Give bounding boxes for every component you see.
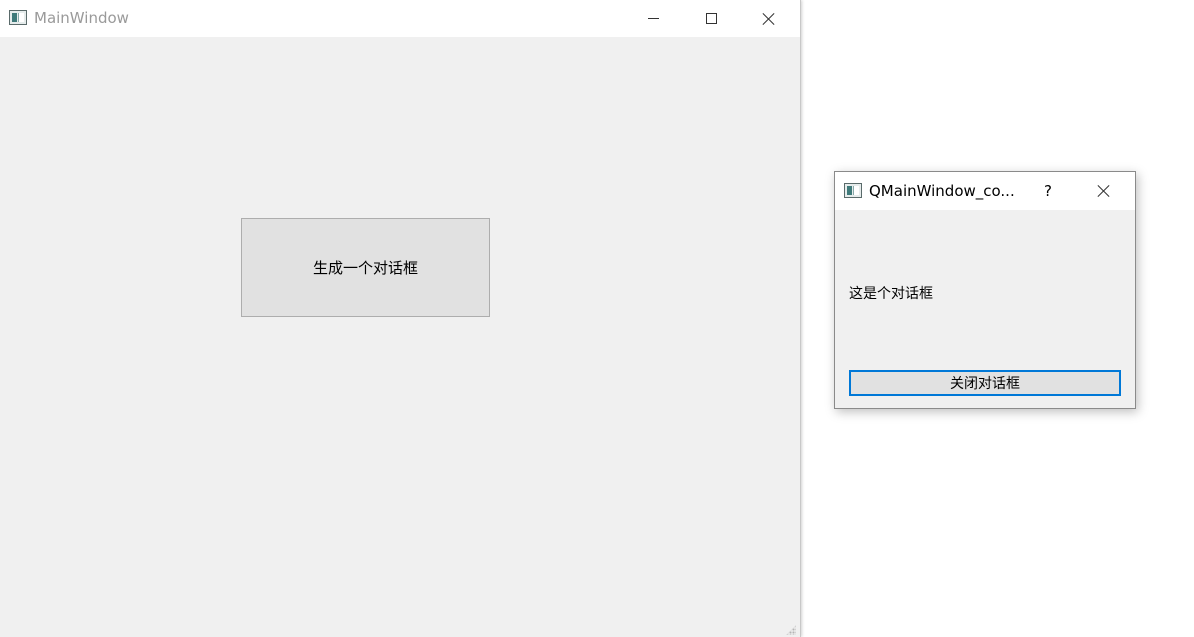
dialog-close-button[interactable] (1075, 172, 1133, 210)
help-icon: ? (1044, 182, 1052, 200)
dialog-message: 这是个对话框 (849, 286, 933, 302)
dialog-window: QMainWindow_co... ? 这是个对话框 关闭对话框 (834, 171, 1136, 409)
maximize-button[interactable] (682, 0, 740, 37)
close-icon (762, 12, 776, 26)
minimize-icon (647, 18, 659, 19)
dialog-app-icon (844, 183, 862, 198)
dialog-title: QMainWindow_co... (869, 182, 1015, 200)
maximize-icon (705, 13, 717, 24)
app-window-icon (9, 10, 27, 25)
close-button[interactable] (740, 0, 798, 37)
dialog-titlebar[interactable]: QMainWindow_co... ? (835, 172, 1135, 210)
main-titlebar[interactable]: MainWindow (0, 0, 800, 37)
main-window: MainWindow 生成一个对话框 (0, 0, 801, 637)
resize-grip-icon[interactable] (786, 625, 796, 635)
close-icon (1097, 184, 1111, 198)
main-window-title: MainWindow (34, 9, 129, 27)
dialog-help-button[interactable]: ? (1031, 172, 1065, 210)
minimize-button[interactable] (624, 0, 682, 37)
generate-dialog-button[interactable]: 生成一个对话框 (241, 218, 490, 317)
close-dialog-button[interactable]: 关闭对话框 (849, 370, 1121, 396)
